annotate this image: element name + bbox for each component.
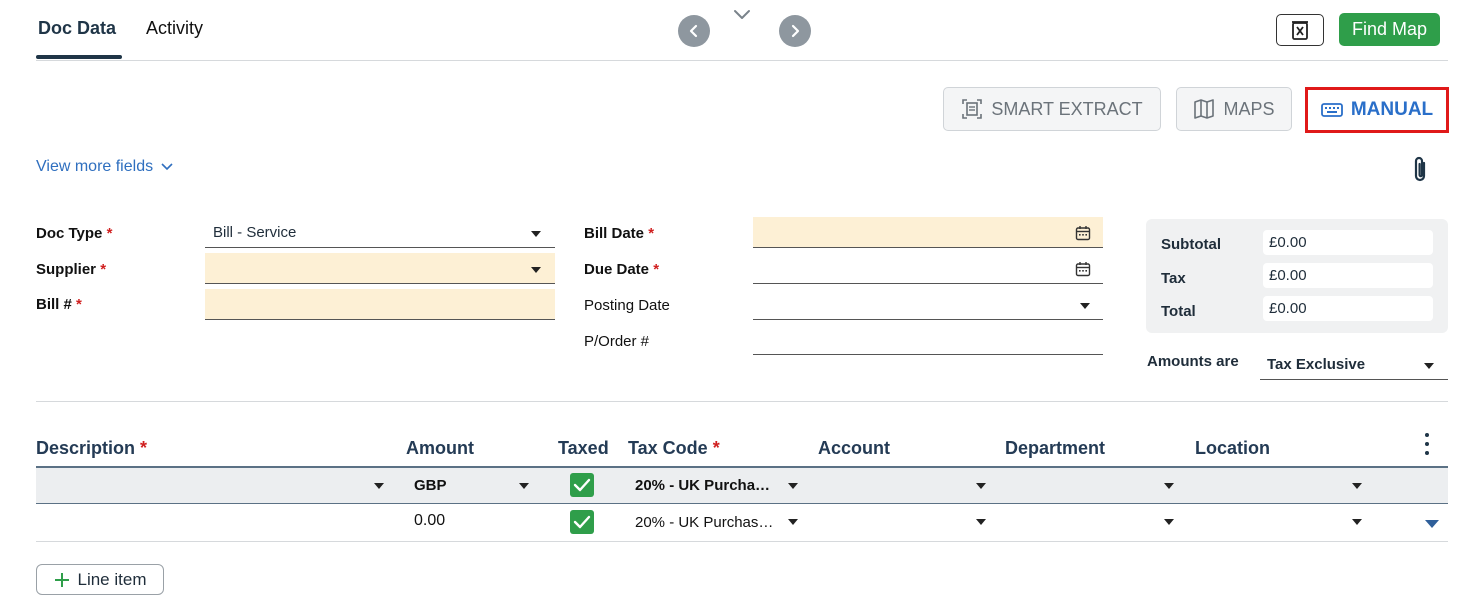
account-caret-icon[interactable] <box>976 483 986 489</box>
default-taxed-checkbox[interactable] <box>570 473 594 497</box>
column-tax-code[interactable]: Tax Code * <box>628 438 720 459</box>
maps-label: MAPS <box>1223 98 1275 119</box>
chevron-left-icon <box>689 24 698 38</box>
line-location-caret-icon[interactable] <box>1352 519 1362 525</box>
amounts-are-value: Tax Exclusive <box>1267 355 1366 373</box>
department-caret-icon[interactable] <box>1164 483 1174 489</box>
previous-document-button[interactable] <box>678 15 710 47</box>
po-number-input[interactable] <box>753 324 1103 355</box>
expand-row-icon[interactable] <box>1425 520 1439 528</box>
line-taxed-checkbox[interactable] <box>570 510 594 534</box>
line-tax-code-caret-icon[interactable] <box>788 519 798 525</box>
tabs-divider <box>36 60 1448 61</box>
calendar-icon[interactable] <box>1075 225 1091 241</box>
calendar-icon[interactable] <box>1075 261 1091 277</box>
column-department[interactable]: Department <box>1005 438 1105 459</box>
section-divider <box>36 401 1448 402</box>
line-amount[interactable]: 0.00 <box>414 512 445 530</box>
subtotal-value: £0.00 <box>1263 230 1433 255</box>
subtotal-label: Subtotal <box>1161 236 1221 253</box>
checkmark-icon <box>573 478 591 492</box>
tax-value: £0.00 <box>1263 263 1433 288</box>
smart-extract-label: SMART EXTRACT <box>991 98 1143 119</box>
doc-type-value: Bill - Service <box>213 223 297 241</box>
total-label: Total <box>1161 303 1196 320</box>
total-value: £0.00 <box>1263 296 1433 321</box>
amounts-are-select[interactable]: Tax Exclusive <box>1260 349 1448 380</box>
manual-label: MANUAL <box>1350 99 1434 120</box>
next-document-button[interactable] <box>779 15 811 47</box>
attachment-icon[interactable] <box>1411 154 1431 184</box>
tax-code-caret-icon[interactable] <box>788 483 798 489</box>
doc-type-label: Doc Type * <box>36 225 113 242</box>
bill-number-input[interactable] <box>205 289 555 320</box>
bill-date-input[interactable] <box>753 217 1103 248</box>
amounts-are-label: Amounts are <box>1147 353 1239 370</box>
more-options-icon[interactable] <box>1424 433 1430 455</box>
location-caret-icon[interactable] <box>1352 483 1362 489</box>
document-scan-icon <box>962 99 983 119</box>
line-account-caret-icon[interactable] <box>976 519 986 525</box>
keyboard-icon <box>1320 103 1343 117</box>
chevron-right-icon <box>791 24 800 38</box>
supplier-label: Supplier * <box>36 261 107 278</box>
checkmark-icon <box>573 515 591 529</box>
po-number-label: P/Order # <box>584 333 650 350</box>
plus-icon <box>54 572 69 587</box>
find-map-button[interactable]: Find Map <box>1339 13 1440 46</box>
column-account[interactable]: Account <box>818 438 890 459</box>
currency-select[interactable]: GBP <box>414 477 447 494</box>
line-tax-code-select[interactable]: 20% - UK Purchas… <box>635 514 773 531</box>
currency-caret-icon[interactable] <box>519 483 529 489</box>
smart-extract-button[interactable]: SMART EXTRACT <box>943 87 1161 131</box>
view-more-fields-link[interactable]: View more fields <box>36 158 173 176</box>
bill-number-label: Bill # * <box>36 296 82 313</box>
caret-down-icon <box>531 231 541 237</box>
description-default-caret-icon[interactable] <box>374 483 384 489</box>
delete-icon <box>1292 21 1308 40</box>
chevron-down-icon[interactable] <box>733 8 751 22</box>
manual-button[interactable]: MANUAL <box>1305 87 1449 133</box>
caret-down-icon <box>531 267 541 273</box>
column-amount[interactable]: Amount <box>406 438 474 459</box>
active-tab-indicator <box>36 55 122 59</box>
supplier-select[interactable] <box>205 253 555 284</box>
map-icon <box>1194 99 1215 119</box>
tax-label: Tax <box>1161 270 1186 287</box>
caret-down-icon <box>1080 303 1090 309</box>
row-divider <box>36 541 1448 542</box>
column-location[interactable]: Location <box>1195 438 1270 459</box>
default-tax-code-select[interactable]: 20% - UK Purcha… <box>635 477 770 494</box>
column-description[interactable]: Description * <box>36 438 147 459</box>
bill-date-label: Bill Date * <box>584 225 655 242</box>
due-date-label: Due Date * <box>584 261 660 278</box>
posting-date-label: Posting Date <box>584 297 670 314</box>
view-more-label: View more fields <box>36 158 154 175</box>
add-line-item-label: Line item <box>77 569 147 589</box>
column-taxed[interactable]: Taxed <box>558 438 609 459</box>
tab-activity[interactable]: Activity <box>146 18 203 39</box>
add-line-item-button[interactable]: Line item <box>36 564 164 595</box>
chevron-down-icon <box>161 163 173 171</box>
delete-document-button[interactable] <box>1276 14 1324 46</box>
due-date-input[interactable] <box>753 253 1103 284</box>
tab-doc-data[interactable]: Doc Data <box>38 18 116 39</box>
maps-button[interactable]: MAPS <box>1176 87 1292 131</box>
caret-down-icon <box>1424 363 1434 369</box>
line-department-caret-icon[interactable] <box>1164 519 1174 525</box>
doc-type-select[interactable]: Bill - Service <box>205 217 555 248</box>
posting-date-select[interactable] <box>753 289 1103 320</box>
